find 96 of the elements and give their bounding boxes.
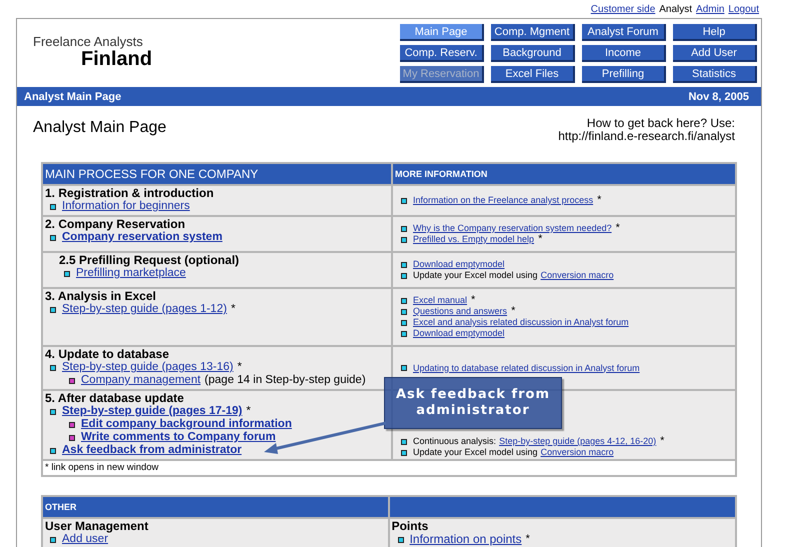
bullet-icon (50, 234, 56, 240)
link[interactable]: Prefilled vs. Empty model help (413, 234, 534, 245)
link[interactable]: Information on the Freelance analyst process (413, 195, 594, 206)
nav-button[interactable]: Comp. Mgment (491, 24, 575, 41)
bullet-icon (69, 378, 75, 384)
link[interactable]: Excel manual (413, 295, 468, 306)
link[interactable]: Excel and analysis related discussion in Analyst forum (413, 317, 629, 328)
link[interactable]: Information for beginners (62, 200, 190, 213)
note-text: * (616, 223, 620, 234)
link[interactable]: Download emptymodel (413, 259, 505, 270)
nav-link[interactable]: Logout (728, 4, 759, 18)
bullet-icon (50, 408, 56, 414)
bullet-icon (50, 204, 56, 210)
link[interactable]: Write comments to Company forum (81, 431, 276, 444)
link[interactable]: Why is the Company reservation system needed? (413, 223, 612, 234)
nav-button[interactable]: Help (673, 24, 757, 41)
nav-button[interactable]: Prefilling (582, 66, 666, 83)
page-title: Analyst Main Page (33, 118, 166, 138)
bullet-icon (69, 422, 75, 428)
link[interactable]: Step-by-step guide (pages 4-12, 16-20) (499, 436, 656, 447)
bullet-icon (50, 306, 56, 312)
logo-text: Freelance Analysts (33, 34, 144, 49)
note-text: (page 14 in Step-by-step guide) (204, 374, 366, 387)
link[interactable]: Edit company background information (81, 418, 292, 431)
note-text: * (538, 234, 542, 245)
nav-button[interactable]: Statistics (673, 66, 757, 83)
link[interactable]: Questions and answers (413, 306, 508, 317)
note-text: * (526, 533, 530, 546)
help-text: How to get back here? Use: (586, 117, 735, 130)
nav-button[interactable]: Income (582, 45, 666, 62)
bullet-icon (401, 438, 407, 444)
bullet-icon (50, 448, 56, 454)
link[interactable]: Download emptymodel (413, 328, 505, 339)
note-text: * (246, 405, 251, 418)
user-role-text: Analyst (659, 4, 692, 17)
bullet-icon (401, 365, 407, 371)
step-heading: 5. After database update (45, 392, 185, 405)
note-text: * (230, 303, 236, 316)
url-text: http://finland.e-research.fi/analyst (558, 130, 735, 143)
nav-link[interactable]: Admin (696, 4, 724, 18)
step-heading: User Management (45, 520, 150, 533)
nav-button[interactable]: Analyst Forum (582, 24, 666, 41)
callout-box: Ask feedback from administrator (384, 377, 562, 429)
link[interactable]: Conversion macro (540, 447, 614, 458)
section-header: OTHER (42, 496, 389, 518)
nav-button[interactable]: Comp. Reserv. (400, 45, 484, 62)
bullet-icon (401, 236, 407, 242)
link[interactable]: Updating to database related discussion in Analyst forum (413, 362, 640, 374)
link[interactable]: Prefilling marketplace (76, 267, 186, 280)
link[interactable]: Step-by-step guide (pages 17-19) (62, 405, 242, 418)
bullet-icon (401, 226, 407, 232)
step-heading: 2.5 Prefilling Request (optional) (58, 254, 240, 267)
note-text: * (511, 306, 516, 317)
nav-link[interactable]: Customer side (590, 4, 656, 18)
bullet-icon (401, 330, 407, 336)
step-heading: 2. Company Reservation (45, 218, 186, 231)
note-text: * (237, 361, 242, 374)
info-text: Update your Excel model using (413, 270, 538, 281)
column-header: MAIN PROCESS FOR ONE COMPANY (42, 163, 392, 185)
bullet-icon (401, 272, 407, 278)
note-text: * (597, 195, 602, 206)
link[interactable]: Add user (62, 533, 108, 546)
nav-button[interactable]: Add User (673, 45, 757, 62)
link[interactable]: Step-by-step guide (pages 13-16) (62, 361, 234, 374)
note-text: * (660, 436, 664, 447)
info-text: Continuous analysis: (413, 436, 496, 447)
bullet-icon (64, 270, 70, 276)
bar-title: Analyst Main Page (24, 90, 122, 102)
bullet-icon (69, 434, 75, 440)
logo-title: Finland (80, 49, 152, 69)
section-heading: Points (392, 520, 430, 533)
date-text: Nov 8, 2005 (688, 90, 749, 102)
bullet-icon (401, 298, 407, 304)
link[interactable]: Ask feedback from administrator (62, 444, 242, 457)
bullet-icon (398, 536, 404, 542)
bullet-icon (401, 262, 407, 268)
info-text: Update your Excel model using (413, 447, 538, 458)
bullet-icon (401, 198, 407, 204)
link[interactable]: Information on points (410, 533, 522, 546)
bullet-icon (401, 308, 407, 314)
nav-button[interactable]: Excel Files (491, 66, 575, 83)
bullet-icon (50, 364, 56, 370)
bullet-icon (401, 320, 407, 326)
column-header: MORE INFORMATION (392, 163, 736, 185)
bullet-icon (50, 536, 56, 542)
link[interactable]: Step-by-step guide (pages 1-12) (62, 303, 227, 316)
step-heading: 4. Update to database (45, 348, 170, 361)
step-heading: 3. Analysis in Excel (45, 290, 157, 303)
link[interactable]: Company reservation system (62, 231, 222, 244)
link[interactable]: Company management (81, 374, 201, 387)
note-text: * (471, 295, 476, 306)
link[interactable]: Conversion macro (540, 270, 614, 281)
bullet-icon (401, 450, 407, 456)
nav-button[interactable]: Background (491, 45, 575, 62)
footnote-text: * link opens in new window (42, 460, 736, 476)
step-heading: 1. Registration & introduction (45, 187, 215, 200)
